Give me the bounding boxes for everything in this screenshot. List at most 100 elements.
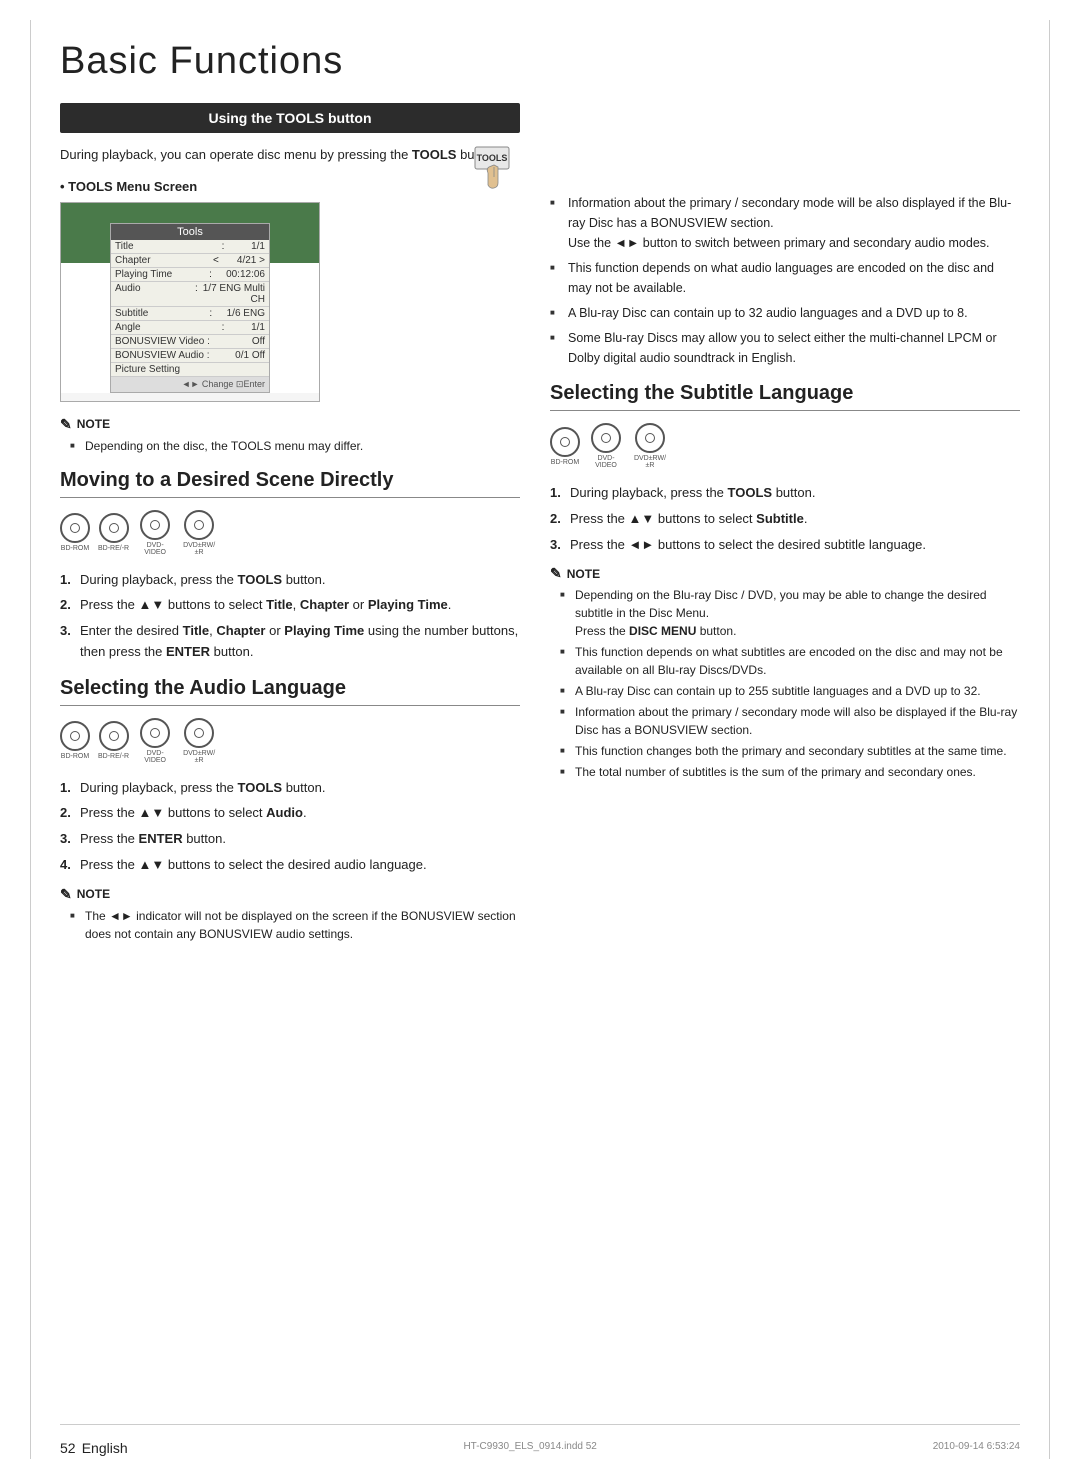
table-row: BONUSVIEW Video :Off bbox=[111, 335, 269, 349]
disc-label: BD-ROM bbox=[551, 459, 579, 466]
page-number: 52 English bbox=[60, 1433, 128, 1459]
table-row: Playing Time:00:12:06 bbox=[111, 268, 269, 282]
note-section-2: ✎ NOTE The ◄► indicator will not be disp… bbox=[60, 886, 520, 943]
scene-steps: 1.During playback, press the TOOLS butto… bbox=[60, 570, 520, 663]
tools-icon: TOOLS bbox=[470, 145, 520, 200]
disc-circle bbox=[550, 427, 580, 457]
audio-steps: 1.During playback, press the TOOLS butto… bbox=[60, 778, 520, 876]
border-left bbox=[30, 20, 31, 1459]
disc-circle bbox=[60, 721, 90, 751]
disc-label: DVD-VIDEO bbox=[588, 455, 624, 469]
table-row: Subtitle:1/6 ENG bbox=[111, 307, 269, 321]
right-column: Information about the primary / secondar… bbox=[550, 103, 1020, 957]
page-footer: 52 English HT-C9930_ELS_0914.indd 52 201… bbox=[60, 1424, 1020, 1459]
note-list-1: Depending on the disc, the TOOLS menu ma… bbox=[60, 437, 520, 455]
note-list-2: The ◄► indicator will not be displayed o… bbox=[60, 907, 520, 943]
disc-label: BD-ROM bbox=[61, 545, 89, 552]
disc-label: DVD±RW/±R bbox=[632, 455, 668, 469]
list-item: Information about the primary / secondar… bbox=[550, 193, 1020, 253]
note-title-3: ✎ NOTE bbox=[550, 565, 1020, 582]
disc-circle bbox=[635, 423, 665, 453]
disc-icon-bd-rom-2: BD-ROM bbox=[60, 721, 90, 760]
disc-icon-dvd-rw-3: DVD±RW/±R bbox=[632, 423, 668, 469]
list-item: 2.Press the ▲▼ buttons to select Title, … bbox=[60, 595, 520, 616]
tools-intro-text: During playback, you can operate disc me… bbox=[60, 147, 500, 162]
disc-circle bbox=[184, 718, 214, 748]
note-icon-3: ✎ bbox=[550, 565, 562, 582]
left-column: Using the TOOLS button During playback, … bbox=[60, 103, 520, 957]
list-item: 2.Press the ▲▼ buttons to select Subtitl… bbox=[550, 509, 1020, 530]
list-item: 4.Press the ▲▼ buttons to select the des… bbox=[60, 855, 520, 876]
note-title-2: ✎ NOTE bbox=[60, 886, 520, 903]
list-item: A Blu-ray Disc can contain up to 32 audi… bbox=[550, 303, 1020, 323]
note-icon-2: ✎ bbox=[60, 886, 72, 903]
disc-icon-dvd-rw: DVD±RW/±R bbox=[181, 510, 217, 556]
section-title-1: Moving to a Desired Scene Directly bbox=[60, 469, 520, 498]
section-title-2: Selecting the Audio Language bbox=[60, 677, 520, 706]
note-section-3: ✎ NOTE Depending on the Blu-ray Disc / D… bbox=[550, 565, 1020, 781]
note-list-3: Depending on the Blu-ray Disc / DVD, you… bbox=[550, 586, 1020, 781]
list-item: This function depends on what audio lang… bbox=[550, 258, 1020, 298]
list-item: This function depends on what subtitles … bbox=[565, 643, 1020, 679]
note-title-1: ✎ NOTE bbox=[60, 416, 520, 433]
table-row: BONUSVIEW Audio :0/1 Off bbox=[111, 349, 269, 363]
tools-menu-header: Tools bbox=[111, 224, 269, 240]
disc-icons-1: BD-ROM BD-RE/-R DVD-VIDEO DVD±RW/±R bbox=[60, 510, 520, 556]
list-item: 3.Press the ENTER button. bbox=[60, 829, 520, 850]
list-item: 3.Enter the desired Title, Chapter or Pl… bbox=[60, 621, 520, 663]
table-row: Angle:1/1 bbox=[111, 321, 269, 335]
disc-circle bbox=[99, 721, 129, 751]
disc-circle bbox=[140, 510, 170, 540]
section-title-3: Selecting the Subtitle Language bbox=[550, 382, 1020, 411]
disc-icon-dvd-video: DVD-VIDEO bbox=[137, 510, 173, 556]
disc-circle bbox=[184, 510, 214, 540]
tools-button-box: Using the TOOLS button bbox=[60, 103, 520, 133]
list-item: 2.Press the ▲▼ buttons to select Audio. bbox=[60, 803, 520, 824]
subtitle-steps: 1.During playback, press the TOOLS butto… bbox=[550, 483, 1020, 555]
note-section-1: ✎ NOTE Depending on the disc, the TOOLS … bbox=[60, 416, 520, 455]
tools-menu-footer: ◄► Change ⊡Enter bbox=[111, 377, 269, 392]
disc-circle bbox=[60, 513, 90, 543]
disc-icon-dvd-rw-2: DVD±RW/±R bbox=[181, 718, 217, 764]
page-number-lang: English bbox=[82, 1440, 128, 1456]
list-item: This function changes both the primary a… bbox=[565, 742, 1020, 760]
footer-left-info: HT-C9930_ELS_0914.indd 52 bbox=[463, 1441, 596, 1452]
disc-icon-dvd-video-3: DVD-VIDEO bbox=[588, 423, 624, 469]
disc-icon-bd-rom-3: BD-ROM bbox=[550, 427, 580, 466]
disc-icon-dvd-video-2: DVD-VIDEO bbox=[137, 718, 173, 764]
list-item: The ◄► indicator will not be displayed o… bbox=[75, 907, 520, 943]
disc-label: BD-RE/-R bbox=[98, 545, 129, 552]
disc-label: BD-ROM bbox=[61, 753, 89, 760]
disc-icons-2: BD-ROM BD-RE/-R DVD-VIDEO DVD±RW/±R bbox=[60, 718, 520, 764]
disc-circle bbox=[140, 718, 170, 748]
page: Basic Functions Using the TOOLS button D… bbox=[0, 0, 1080, 1479]
disc-icon-bd-rom: BD-ROM bbox=[60, 513, 90, 552]
list-item: Information about the primary / secondar… bbox=[565, 703, 1020, 739]
disc-label: DVD-VIDEO bbox=[137, 542, 173, 556]
table-row: Title:1/1 bbox=[111, 240, 269, 254]
list-item: A Blu-ray Disc can contain up to 255 sub… bbox=[565, 682, 1020, 700]
list-item: 1.During playback, press the TOOLS butto… bbox=[60, 570, 520, 591]
page-title: Basic Functions bbox=[60, 40, 1020, 83]
disc-label: DVD±RW/±R bbox=[181, 542, 217, 556]
disc-label: BD-RE/-R bbox=[98, 753, 129, 760]
table-row: Audio:1/7 ENG Multi CH bbox=[111, 282, 269, 307]
list-item: 1.During playback, press the TOOLS butto… bbox=[550, 483, 1020, 504]
list-item: 3.Press the ◄► buttons to select the des… bbox=[550, 535, 1020, 556]
audio-right-notes: Information about the primary / secondar… bbox=[550, 193, 1020, 368]
svg-text:TOOLS: TOOLS bbox=[477, 153, 508, 163]
disc-circle bbox=[99, 513, 129, 543]
border-right bbox=[1049, 20, 1050, 1459]
list-item: 1.During playback, press the TOOLS butto… bbox=[60, 778, 520, 799]
disc-label: DVD±RW/±R bbox=[181, 750, 217, 764]
table-row: Picture Setting bbox=[111, 363, 269, 377]
tools-menu-screen: Tools Title:1/1 Chapter<4/21 > Playing T… bbox=[60, 202, 320, 402]
tools-menu-label: • TOOLS Menu Screen bbox=[60, 179, 520, 194]
list-item: Some Blu-ray Discs may allow you to sele… bbox=[550, 328, 1020, 368]
tools-menu-table: Tools Title:1/1 Chapter<4/21 > Playing T… bbox=[110, 223, 270, 393]
tools-intro: During playback, you can operate disc me… bbox=[60, 145, 520, 165]
disc-icon-bd-re-2: BD-RE/-R bbox=[98, 721, 129, 760]
footer-right-info: 2010-09-14 6:53:24 bbox=[933, 1441, 1020, 1452]
table-row: Chapter<4/21 > bbox=[111, 254, 269, 268]
disc-icons-3: BD-ROM DVD-VIDEO DVD±RW/±R bbox=[550, 423, 1020, 469]
